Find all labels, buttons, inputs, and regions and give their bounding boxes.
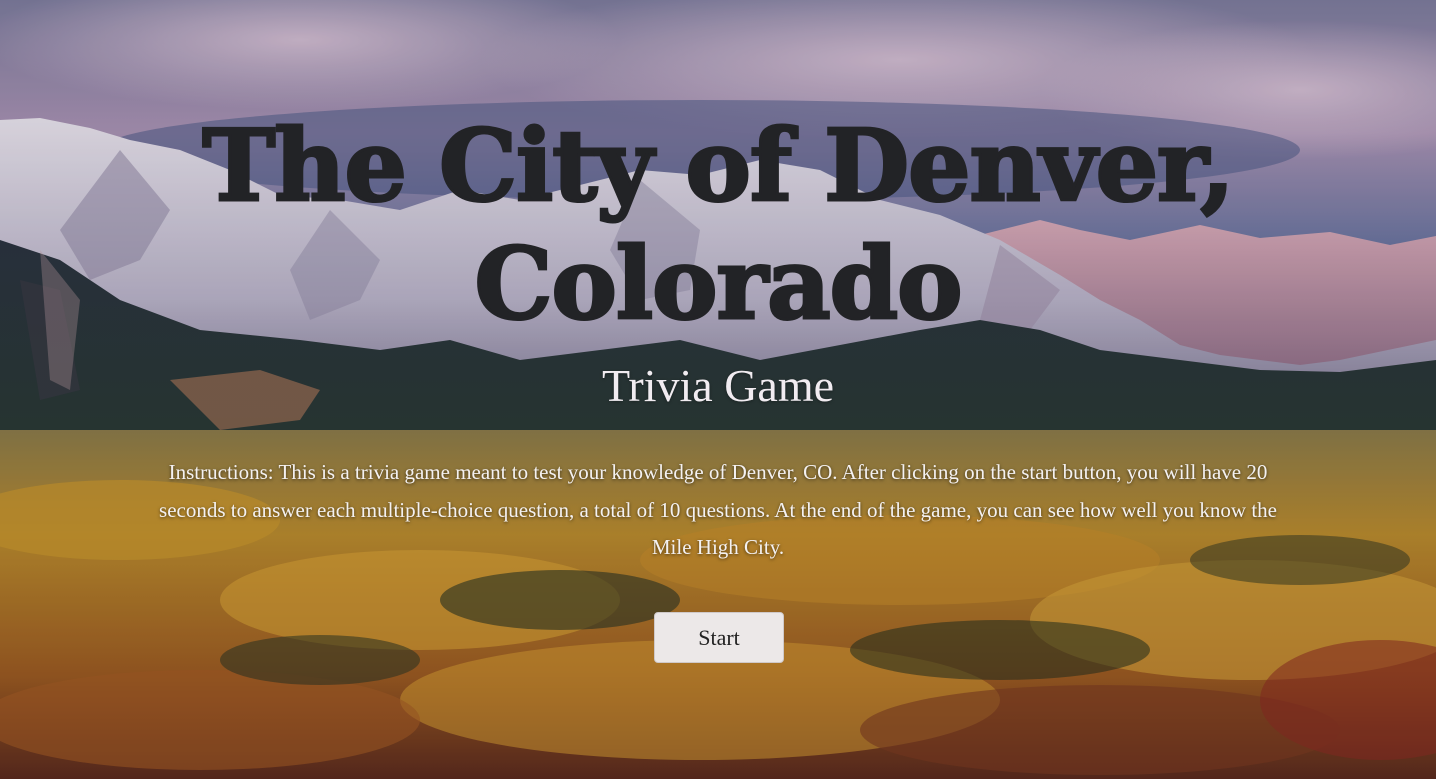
instructions-text: Instructions: This is a trivia game mean… <box>159 460 1277 559</box>
page-title: The City of Denver, Colorado <box>201 108 1236 344</box>
landing-content: The City of Denver, Colorado Trivia Game… <box>0 0 1436 779</box>
start-button[interactable]: Start <box>654 612 784 663</box>
page-subtitle: Trivia Game <box>601 360 835 411</box>
